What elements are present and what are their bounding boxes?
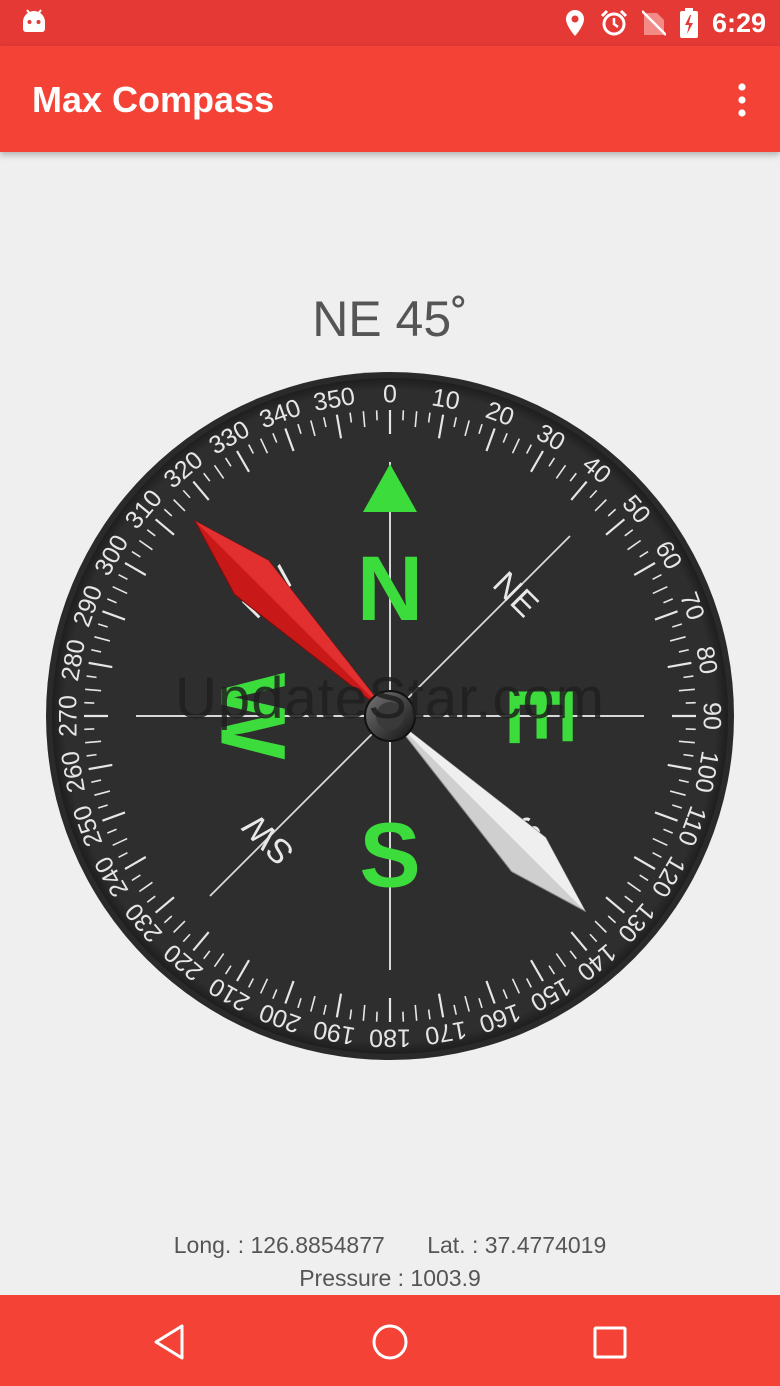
- latitude-value: Lat. : 37.4774019: [427, 1232, 607, 1258]
- cardinal-s: S: [359, 804, 420, 906]
- location-info: Long. : 126.8854877 Lat. : 37.4774019: [0, 1232, 780, 1259]
- dial-label: 180: [369, 1023, 411, 1051]
- back-icon[interactable]: [150, 1323, 190, 1361]
- status-bar: 6:29: [0, 0, 780, 46]
- pressure-info: Pressure : 1003.9: [0, 1265, 780, 1292]
- status-time: 6:29: [711, 7, 766, 38]
- recents-icon[interactable]: [592, 1323, 628, 1361]
- battery-charging-icon: [679, 8, 698, 38]
- nav-bar: [0, 1295, 780, 1386]
- heading-readout: NE 45˚: [312, 291, 468, 347]
- dial-label: 0: [383, 381, 397, 409]
- location-icon: [565, 10, 584, 36]
- alarm-icon: [600, 9, 628, 36]
- app-title: Max Compass: [32, 79, 275, 120]
- cardinal-n: N: [357, 538, 423, 640]
- watermark: UpdateStar.com: [175, 666, 605, 731]
- android-icon: [23, 9, 45, 32]
- app-bar: Max Compass: [0, 46, 780, 152]
- longitude-value: Long. : 126.8854877: [173, 1232, 385, 1258]
- home-icon[interactable]: [370, 1323, 410, 1361]
- dial-label: 10: [430, 383, 462, 415]
- more-vert-icon[interactable]: [734, 82, 750, 118]
- pressure-value: Pressure : 1003.9: [299, 1265, 481, 1291]
- no-sim-icon: [641, 10, 666, 36]
